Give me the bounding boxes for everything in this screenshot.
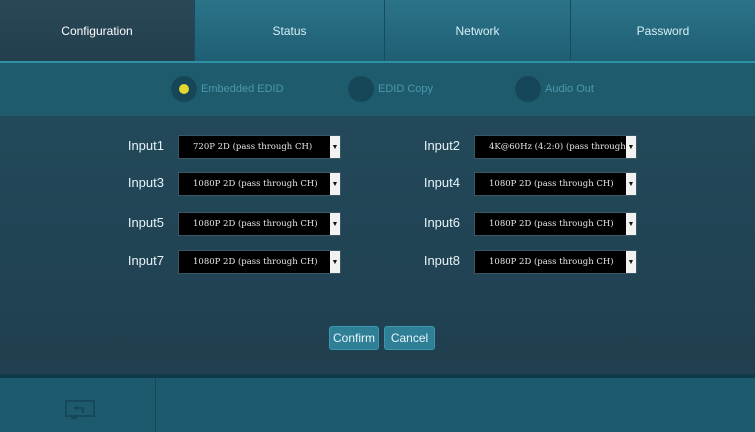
radio-label: Embedded EDID bbox=[201, 83, 284, 95]
chevron-down-icon: ▼ bbox=[626, 213, 636, 235]
chevron-down-icon: ▼ bbox=[330, 251, 340, 273]
chevron-down-icon: ▼ bbox=[330, 173, 340, 195]
confirm-button[interactable]: Confirm bbox=[329, 326, 379, 350]
input-row: Input3 1080P 2D (pass through CH) ▼ Inpu… bbox=[0, 172, 755, 196]
footer-divider bbox=[155, 378, 156, 432]
select-value: 1080P 2D (pass through CH) bbox=[193, 179, 318, 189]
input2-edid-select[interactable]: 4K@60Hz (4:2:0) (pass through CH) ▼ bbox=[474, 135, 637, 159]
input-label: Input3 bbox=[127, 175, 164, 190]
tab-status[interactable]: Status bbox=[195, 0, 385, 61]
radio-button-icon bbox=[348, 76, 374, 102]
radio-selected-dot bbox=[179, 84, 189, 94]
input1-edid-select[interactable]: 720P 2D (pass through CH) ▼ bbox=[178, 135, 341, 159]
footer-bar bbox=[0, 374, 755, 432]
tab-bar: Configuration Status Network Password bbox=[0, 0, 755, 61]
input-row: Input5 1080P 2D (pass through CH) ▼ Inpu… bbox=[0, 212, 755, 236]
radio-label: Audio Out bbox=[545, 83, 594, 95]
chevron-down-icon: ▼ bbox=[626, 251, 636, 273]
radio-embedded-edid[interactable]: Embedded EDID bbox=[171, 76, 284, 102]
radio-label: EDID Copy bbox=[378, 83, 434, 95]
input5-edid-select[interactable]: 1080P 2D (pass through CH) ▼ bbox=[178, 212, 341, 236]
select-value: 1080P 2D (pass through CH) bbox=[193, 219, 318, 229]
select-value: 1080P 2D (pass through CH) bbox=[193, 257, 318, 267]
input6-edid-select[interactable]: 1080P 2D (pass through CH) ▼ bbox=[474, 212, 637, 236]
input-label: Input7 bbox=[127, 253, 164, 268]
select-value: 1080P 2D (pass through CH) bbox=[489, 257, 614, 267]
edid-config-panel: Input1 720P 2D (pass through CH) ▼ Input… bbox=[0, 116, 755, 374]
chevron-down-icon: ▼ bbox=[330, 136, 340, 158]
input-label: Input2 bbox=[423, 138, 460, 153]
tab-network[interactable]: Network bbox=[385, 0, 571, 61]
cancel-button[interactable]: Cancel bbox=[384, 326, 435, 350]
select-value: 720P 2D (pass through CH) bbox=[193, 142, 313, 152]
input7-edid-select[interactable]: 1080P 2D (pass through CH) ▼ bbox=[178, 250, 341, 274]
radio-edid-copy[interactable]: EDID Copy bbox=[348, 76, 433, 102]
tab-password[interactable]: Password bbox=[571, 0, 755, 61]
select-value: 1080P 2D (pass through CH) bbox=[489, 179, 614, 189]
screen-return-icon[interactable] bbox=[65, 400, 95, 420]
radio-audio-out[interactable]: Audio Out bbox=[515, 76, 594, 102]
input-label: Input5 bbox=[127, 215, 164, 230]
chevron-down-icon: ▼ bbox=[330, 213, 340, 235]
input8-edid-select[interactable]: 1080P 2D (pass through CH) ▼ bbox=[474, 250, 637, 274]
input-row: Input7 1080P 2D (pass through CH) ▼ Inpu… bbox=[0, 250, 755, 274]
edid-mode-bar: Embedded EDID EDID Copy Audio Out bbox=[0, 61, 755, 116]
input4-edid-select[interactable]: 1080P 2D (pass through CH) ▼ bbox=[474, 172, 637, 196]
input-label: Input4 bbox=[423, 175, 460, 190]
chevron-down-icon: ▼ bbox=[626, 173, 636, 195]
input-label: Input8 bbox=[423, 253, 460, 268]
tab-configuration[interactable]: Configuration bbox=[0, 0, 195, 61]
select-value: 4K@60Hz (4:2:0) (pass through CH) bbox=[489, 142, 626, 152]
select-value: 1080P 2D (pass through CH) bbox=[489, 219, 614, 229]
radio-button-icon bbox=[515, 76, 541, 102]
input-label: Input1 bbox=[127, 138, 164, 153]
input-row: Input1 720P 2D (pass through CH) ▼ Input… bbox=[0, 135, 755, 159]
chevron-down-icon: ▼ bbox=[626, 136, 636, 158]
input-label: Input6 bbox=[423, 215, 460, 230]
input3-edid-select[interactable]: 1080P 2D (pass through CH) ▼ bbox=[178, 172, 341, 196]
radio-button-icon bbox=[171, 76, 197, 102]
